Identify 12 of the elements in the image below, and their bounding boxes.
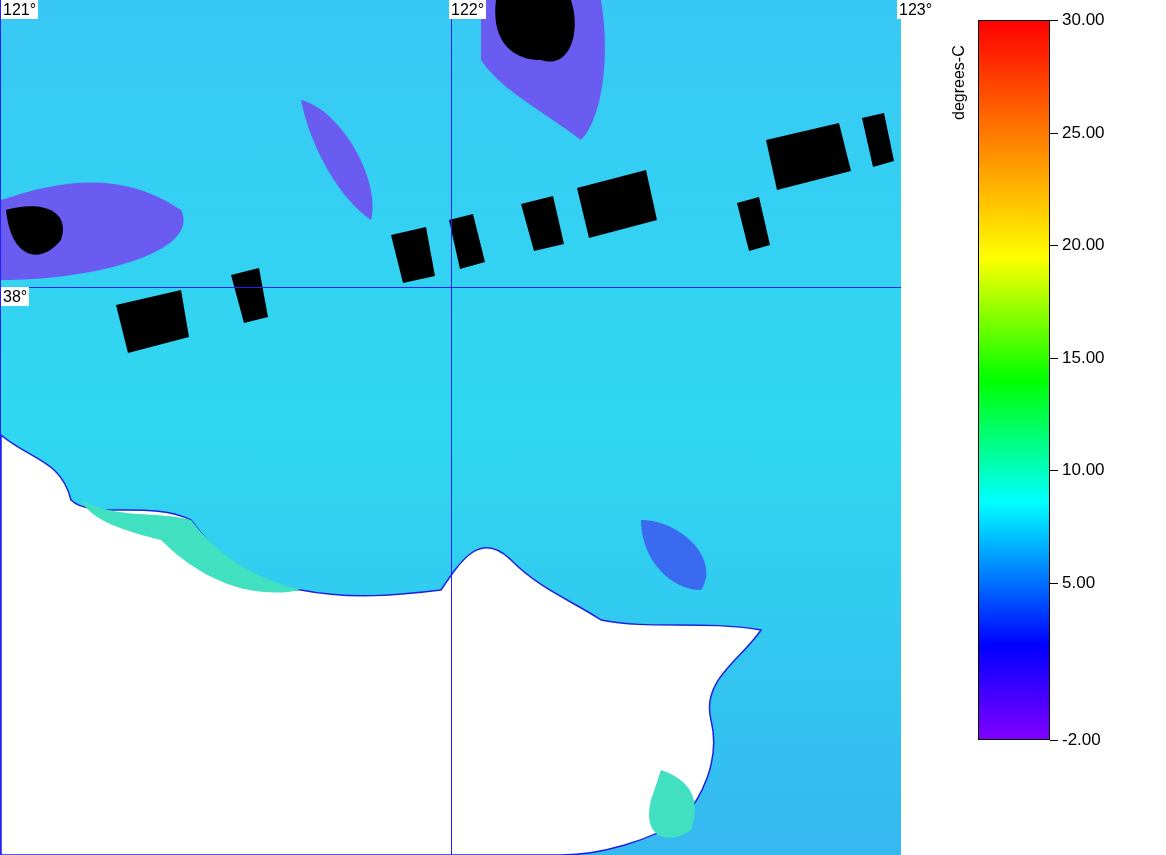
colorbar-tick-label: -2.00: [1062, 730, 1101, 750]
colorbar-title: degrees-C: [950, 44, 968, 120]
longitude-label: 123°: [897, 0, 935, 19]
latitude-label: 38°: [1, 287, 30, 306]
colorbar-tick-label: 25.00: [1062, 122, 1105, 143]
longitude-label: 122°: [449, 0, 487, 19]
colorbar-tick-label: 30.00: [1062, 10, 1105, 30]
colorbar-tick-label: 20.00: [1062, 235, 1105, 255]
colorbar-tick-label: 5.00: [1062, 572, 1096, 593]
longitude-label: 121°: [1, 0, 39, 19]
colorbar-tick-label: 10.00: [1062, 460, 1105, 480]
colorbar-tick-label: 15.00: [1062, 347, 1105, 368]
